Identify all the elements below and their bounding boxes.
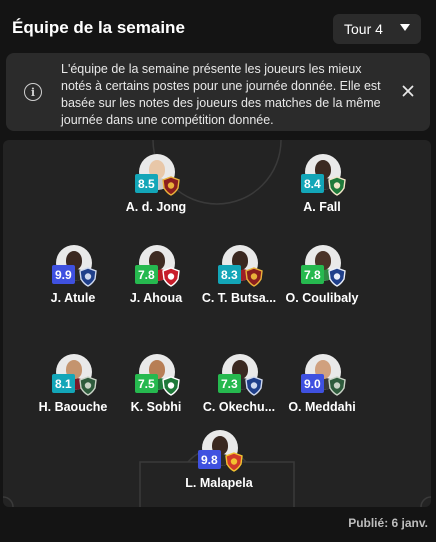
header: Équipe de la semaine Tour 4 [0,0,436,52]
player-rating: 8.1 [52,374,75,393]
team-crest-icon [328,267,346,287]
team-crest-icon [225,452,243,472]
player-card[interactable]: 7.8 O. Coulibaly [272,245,372,325]
team-crest-icon [162,176,180,196]
page-title: Équipe de la semaine [12,18,185,37]
player-name: O. Meddahi [288,400,356,414]
team-crest-icon [245,376,263,396]
player-rating: 7.8 [135,265,158,284]
player-name: A. Fall [303,200,341,214]
player-name: L. Malapela [185,476,253,490]
player-rating: 8.4 [301,174,324,193]
info-banner: i L'équipe de la semaine présente les jo… [6,53,430,131]
team-crest-icon [328,176,346,196]
player-card[interactable]: 8.5 A. d. Jong [106,154,206,234]
team-crest-icon [245,267,263,287]
player-rating: 7.5 [135,374,158,393]
team-crest-icon [79,267,97,287]
player-name: A. d. Jong [125,200,187,214]
player-rating: 9.8 [198,450,221,469]
player-name: O. Coulibaly [285,291,359,305]
published-date: Publié: 6 janv. [348,516,428,530]
round-select-label: Tour 4 [344,21,383,37]
round-select[interactable]: Tour 4 [333,14,421,44]
player-rating: 8.5 [135,174,158,193]
team-crest-icon [162,267,180,287]
close-icon[interactable] [400,83,416,99]
player-rating: 7.3 [218,374,241,393]
player-rating: 9.0 [301,374,324,393]
info-text: L'équipe de la semaine présente les joue… [61,62,381,127]
info-icon: i [24,83,42,101]
team-crest-icon [79,376,97,396]
player-rating: 8.3 [218,265,241,284]
pitch: 8.5 A. d. Jong 8.4 A. Fall 9.9 J. Atule 7.8 J. … [3,140,431,507]
team-crest-icon [162,376,180,396]
player-card[interactable]: 9.0 O. Meddahi [272,354,372,434]
player-rating: 7.8 [301,265,324,284]
player-card[interactable]: 9.8 L. Malapela [169,430,269,507]
team-crest-icon [328,376,346,396]
player-card[interactable]: 8.4 A. Fall [272,154,372,234]
caret-down-icon [400,24,410,31]
player-rating: 9.9 [52,265,75,284]
